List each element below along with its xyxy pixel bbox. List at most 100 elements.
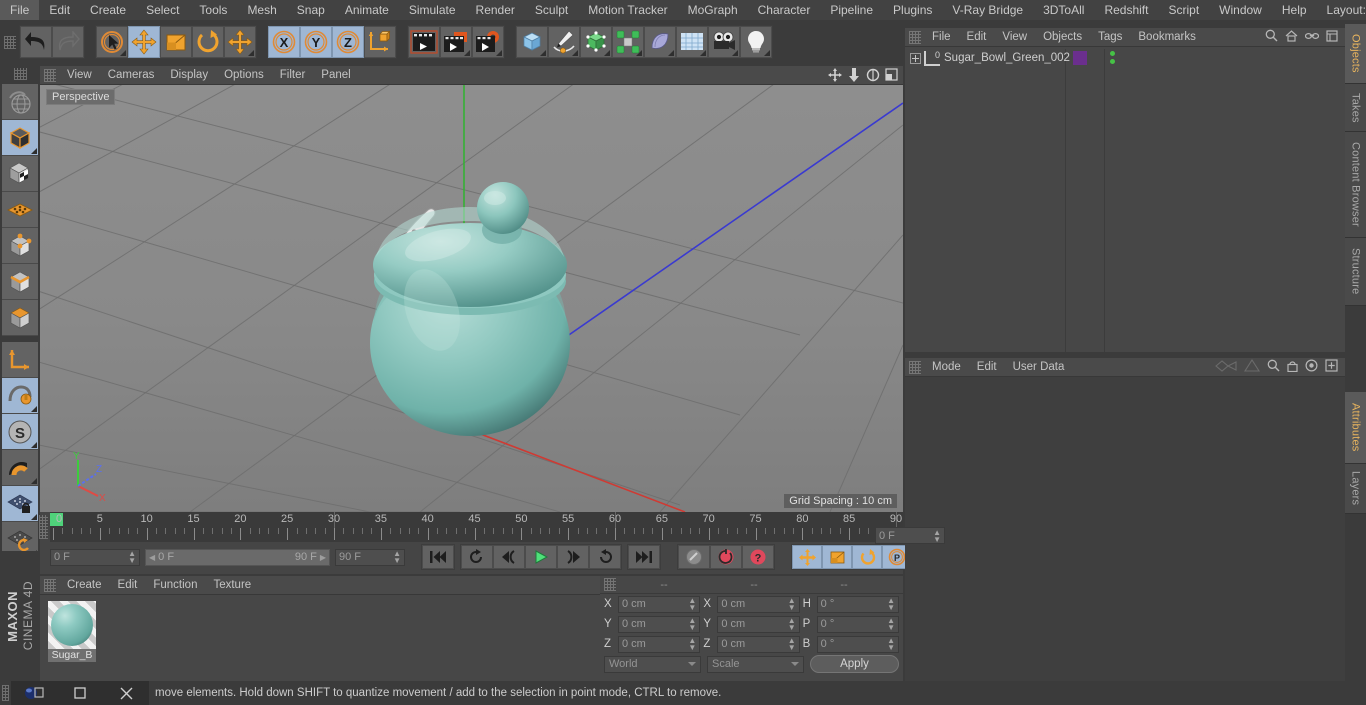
menu-item-v-ray-bridge[interactable]: V-Ray Bridge: [942, 0, 1033, 20]
tab-takes[interactable]: Takes: [1345, 84, 1366, 132]
home-icon[interactable]: [1285, 29, 1298, 45]
workplane-lock-button[interactable]: S: [2, 414, 38, 450]
timeline-gripper[interactable]: [39, 515, 48, 539]
viewport-menu-display[interactable]: Display: [162, 66, 216, 85]
close-button[interactable]: [103, 681, 149, 705]
pan-icon[interactable]: [827, 67, 842, 82]
frame-range-slider[interactable]: ◀ 0 F 90 F ▶: [145, 548, 330, 566]
viewport-menu-cameras[interactable]: Cameras: [100, 66, 163, 85]
statusbar-gripper[interactable]: [2, 685, 9, 701]
menu-item-edit[interactable]: Edit: [39, 0, 80, 20]
tab-content-browser[interactable]: Content Browser: [1345, 132, 1366, 238]
material-menu-create[interactable]: Create: [59, 576, 110, 595]
record-active-objects-button[interactable]: [678, 545, 710, 569]
lock-icon[interactable]: [1287, 359, 1298, 375]
stepper-arrows[interactable]: ▲ ▼: [887, 617, 895, 632]
menu-item-select[interactable]: Select: [136, 0, 189, 20]
menu-item-tools[interactable]: Tools: [189, 0, 237, 20]
axis-x-button[interactable]: X: [268, 26, 300, 58]
redo-button[interactable]: [52, 26, 84, 58]
move-alt-button[interactable]: [224, 26, 256, 58]
coordinate-pos-field-y[interactable]: 0 cm ▲ ▼: [618, 615, 701, 633]
coordinate-size-field-y[interactable]: 0 cm ▲ ▼: [717, 615, 800, 633]
coordinate-mode-dropdown[interactable]: Scale: [707, 655, 804, 673]
coordinate-size-field-z[interactable]: 0 cm ▲ ▼: [717, 635, 800, 653]
keyframe-selection-button[interactable]: ?: [742, 545, 774, 569]
sugar-bowl-model[interactable]: [40, 85, 903, 512]
viewport-menu-view[interactable]: View: [59, 66, 100, 85]
stepper-arrows[interactable]: ▲ ▼: [688, 617, 696, 632]
play-button[interactable]: [525, 545, 557, 569]
scale-tool-button[interactable]: [160, 26, 192, 58]
viewport-menu-panel[interactable]: Panel: [313, 66, 358, 85]
workplane-lock2-button[interactable]: [2, 486, 38, 522]
stepper-arrows[interactable]: ▲ ▼: [788, 637, 796, 652]
coordinate-size-field-x[interactable]: 0 cm ▲ ▼: [717, 595, 800, 613]
target-icon[interactable]: [1305, 359, 1318, 375]
tab-objects[interactable]: Objects: [1345, 24, 1366, 84]
search-icon[interactable]: [1267, 359, 1280, 375]
coordinates-gripper[interactable]: [604, 578, 616, 591]
maximize-viewport-icon[interactable]: [884, 67, 899, 82]
interpolation-icon[interactable]: [1215, 359, 1237, 375]
minimize-button[interactable]: [57, 681, 103, 705]
go-to-end-button[interactable]: [628, 545, 660, 569]
object-gripper[interactable]: [909, 30, 921, 44]
menu-item-create[interactable]: Create: [80, 0, 136, 20]
stepper-arrows[interactable]: ▲ ▼: [688, 637, 696, 652]
menu-item-mesh[interactable]: Mesh: [237, 0, 286, 20]
menu-item-file[interactable]: File: [0, 0, 40, 20]
max-frame-spinner[interactable]: ▲ ▼: [393, 550, 401, 565]
range-left-arrow-icon[interactable]: ◀: [149, 553, 155, 562]
search-icon[interactable]: [1265, 29, 1278, 45]
current-frame-field[interactable]: 0 F ▲ ▼: [50, 548, 140, 566]
menu-item-plugins[interactable]: Plugins: [883, 0, 942, 20]
attributes-menu-edit[interactable]: Edit: [969, 358, 1005, 377]
undo-button[interactable]: [20, 26, 52, 58]
max-frame-field[interactable]: 90 F ▲ ▼: [335, 548, 405, 566]
object-row[interactable]: 0 Sugar_Bowl_Green_002: [905, 49, 1345, 67]
attributes-body[interactable]: [905, 377, 1345, 683]
material-gripper[interactable]: [44, 578, 56, 592]
coordinate-pos-field-x[interactable]: 0 cm ▲ ▼: [618, 595, 701, 613]
key-position-button[interactable]: [792, 545, 822, 569]
play-reverse-loop-button[interactable]: [461, 545, 493, 569]
orbit-icon[interactable]: [865, 67, 880, 82]
key-scale-button[interactable]: [822, 545, 852, 569]
link-icon[interactable]: [1304, 30, 1320, 44]
world-object-axis-button[interactable]: [364, 26, 396, 58]
move-tool-button[interactable]: [128, 26, 160, 58]
tab-layers[interactable]: Layers: [1345, 464, 1366, 514]
add-scene-button[interactable]: [676, 26, 708, 58]
stepper-arrows[interactable]: ▲ ▼: [887, 637, 895, 652]
expand-toggle-icon[interactable]: [910, 52, 921, 64]
attributes-menu-mode[interactable]: Mode: [924, 358, 969, 377]
triangle-icon[interactable]: [1243, 358, 1261, 375]
render-region-button[interactable]: [440, 26, 472, 58]
attributes-menu-user-data[interactable]: User Data: [1005, 358, 1073, 377]
dolly-icon[interactable]: [846, 67, 861, 82]
texture-mode-button[interactable]: [2, 156, 38, 192]
menu-item-pipeline[interactable]: Pipeline: [820, 0, 883, 20]
add-light-button[interactable]: [740, 26, 772, 58]
object-menu-objects[interactable]: Objects: [1035, 28, 1090, 47]
menu-item-redshift[interactable]: Redshift: [1094, 0, 1158, 20]
render-view-button[interactable]: [408, 26, 440, 58]
object-menu-view[interactable]: View: [994, 28, 1035, 47]
edges-mode-button[interactable]: [2, 264, 38, 300]
coordinate-rot-field-h[interactable]: 0 ° ▲ ▼: [816, 595, 899, 613]
model-mode-button[interactable]: [2, 120, 38, 156]
object-list[interactable]: 0 Sugar_Bowl_Green_002: [905, 49, 1345, 352]
material-list[interactable]: Sugar_B: [40, 595, 600, 662]
viewport-menu-filter[interactable]: Filter: [272, 66, 314, 85]
add-spline-button[interactable]: [548, 26, 580, 58]
material-item[interactable]: Sugar_B: [48, 601, 96, 662]
tab-attributes[interactable]: Attributes: [1345, 392, 1366, 464]
autokeying-button[interactable]: [710, 545, 742, 569]
add-deformer-button[interactable]: [644, 26, 676, 58]
render-settings-button[interactable]: [472, 26, 504, 58]
visibility-dot-render[interactable]: [1110, 59, 1115, 64]
preview-frame-spinner[interactable]: ▲ ▼: [933, 528, 941, 543]
loop-button[interactable]: [589, 545, 621, 569]
tab-structure[interactable]: Structure: [1345, 238, 1366, 306]
